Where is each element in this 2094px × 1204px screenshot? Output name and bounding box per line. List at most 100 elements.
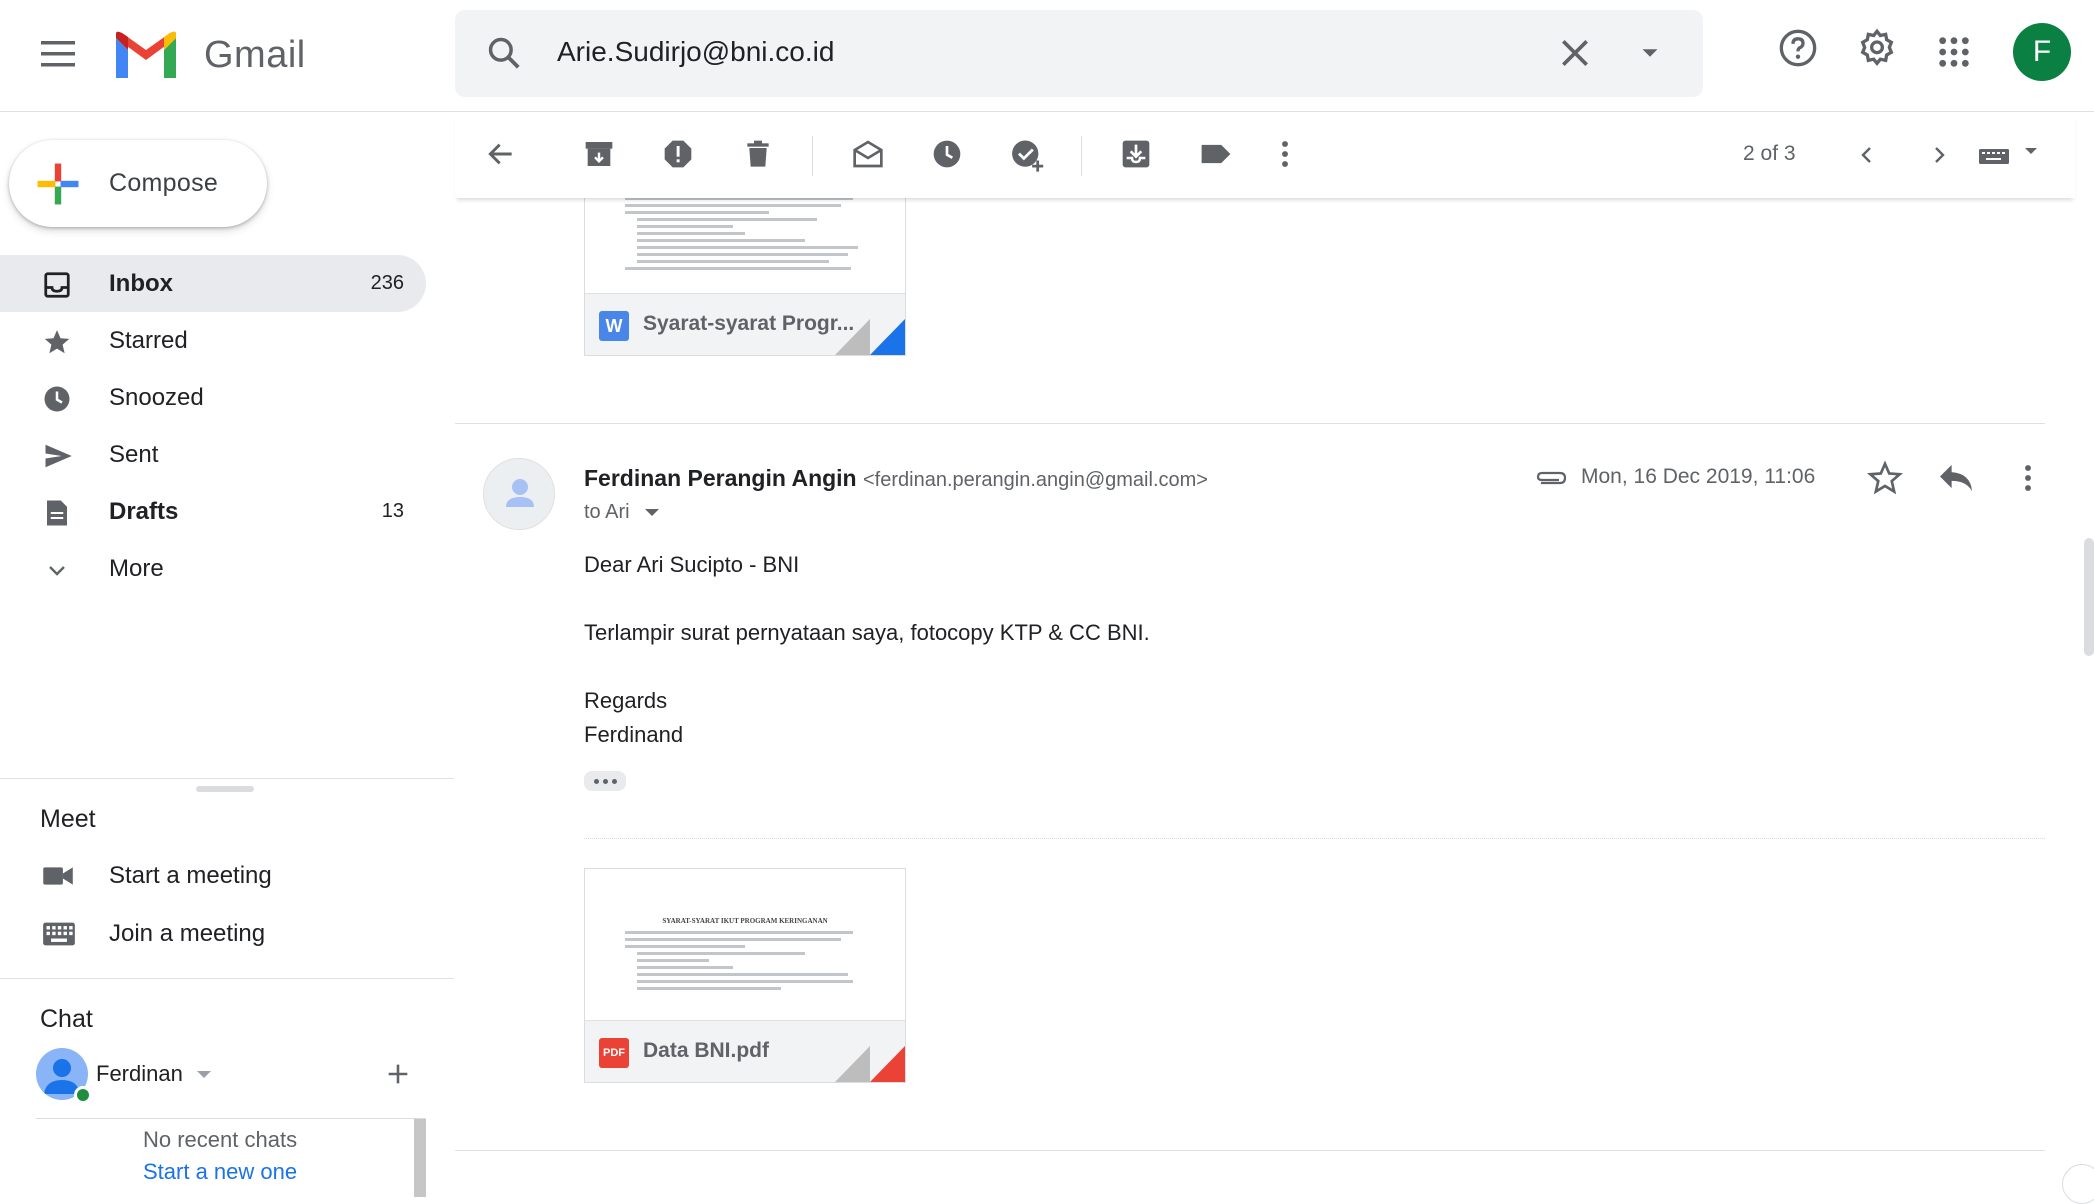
attachment-preview bbox=[585, 198, 905, 295]
sidebar-item-label: More bbox=[109, 554, 164, 582]
no-recent-chats-text: No recent chats bbox=[143, 1127, 298, 1152]
meet-title: Meet bbox=[40, 805, 96, 833]
more-vert-icon[interactable] bbox=[1277, 138, 1293, 170]
search-input[interactable]: Arie.Sudirjo@bni.co.id bbox=[557, 36, 834, 68]
clear-search-icon[interactable] bbox=[1555, 33, 1595, 73]
sender-avatar[interactable] bbox=[483, 458, 555, 530]
move-to-icon[interactable] bbox=[1120, 138, 1152, 170]
app-name: Gmail bbox=[204, 33, 306, 76]
message-body-line: Ferdinand bbox=[584, 722, 684, 747]
panel-resize-handle[interactable] bbox=[196, 786, 254, 792]
chevron-down-icon[interactable] bbox=[196, 1070, 212, 1080]
send-icon bbox=[42, 441, 74, 471]
compose-plus-icon bbox=[35, 161, 81, 207]
chat-list: No recent chats Start a new one bbox=[36, 1118, 426, 1197]
label-tag-icon[interactable] bbox=[1199, 138, 1233, 170]
attachments-divider bbox=[584, 838, 2045, 839]
help-icon[interactable] bbox=[1778, 28, 1818, 68]
chat-title: Chat bbox=[40, 1005, 93, 1033]
attachment-filename: Data BNI.pdf bbox=[643, 1039, 769, 1062]
attachment-paperclip-icon bbox=[1533, 464, 1569, 492]
sidebar-item-label: Snoozed bbox=[109, 383, 204, 411]
start-new-chat-link[interactable]: Start a new one bbox=[143, 1159, 297, 1185]
sidebar-nav: Inbox 236 Starred Snoozed Sent Drafts 13… bbox=[0, 255, 426, 597]
page-scrollbar[interactable] bbox=[2084, 538, 2094, 656]
video-camera-icon bbox=[42, 863, 74, 889]
add-to-tasks-icon[interactable] bbox=[1010, 138, 1046, 172]
preview-title: SYARAT-SYARAT IKUT PROGRAM KERINGANAN bbox=[662, 917, 828, 925]
search-options-icon[interactable] bbox=[1635, 38, 1665, 68]
show-trimmed-content-button[interactable] bbox=[584, 771, 626, 791]
recipients-text: to Ari bbox=[584, 501, 630, 523]
archive-icon[interactable] bbox=[583, 138, 615, 170]
sidebar-item-snoozed[interactable]: Snoozed bbox=[0, 369, 426, 426]
attachment-card[interactable]: SYARAT-SYARAT IKUT PROGRAM KERINGANAN PD… bbox=[584, 868, 906, 1083]
top-bar: Gmail Arie.Sudirjo@bni.co.id F bbox=[0, 0, 2094, 112]
divider bbox=[0, 978, 454, 979]
add-chat-icon[interactable] bbox=[384, 1060, 412, 1088]
mark-unread-icon[interactable] bbox=[851, 138, 885, 170]
back-arrow-icon[interactable] bbox=[485, 138, 517, 170]
sidebar-item-starred[interactable]: Starred bbox=[0, 312, 426, 369]
gmail-m-icon bbox=[112, 30, 180, 80]
file-corner-fold bbox=[835, 1046, 905, 1082]
recipients-line[interactable]: to Ari bbox=[584, 501, 661, 524]
report-spam-icon[interactable] bbox=[662, 138, 694, 170]
inbox-count: 236 bbox=[370, 272, 404, 294]
sidebar-item-more[interactable]: More bbox=[0, 540, 426, 597]
toolbar-divider bbox=[1081, 136, 1082, 176]
conversation-view: W Syarat-syarat Progr... Ferdinan Perang… bbox=[455, 198, 2075, 1196]
message-body-line: Terlampir surat pernyataan saya, fotocop… bbox=[584, 620, 1150, 645]
pdf-file-icon: PDF bbox=[599, 1038, 629, 1068]
chevron-down-icon bbox=[45, 555, 69, 585]
sidebar-item-inbox[interactable]: Inbox 236 bbox=[0, 255, 426, 312]
attachment-card[interactable]: W Syarat-syarat Progr... bbox=[584, 198, 906, 356]
search-icon[interactable] bbox=[485, 34, 523, 72]
start-meeting-label: Start a meeting bbox=[109, 862, 272, 889]
sender-name: Ferdinan Perangin Angin bbox=[584, 465, 857, 491]
inbox-icon bbox=[42, 270, 72, 300]
apps-grid-icon[interactable] bbox=[1937, 35, 1971, 69]
more-vert-icon[interactable] bbox=[2020, 462, 2036, 494]
message-toolbar: 2 of 3 bbox=[455, 112, 2075, 198]
sidebar-item-drafts[interactable]: Drafts 13 bbox=[0, 483, 426, 540]
drafts-count: 13 bbox=[381, 500, 404, 522]
message-body-line: Regards bbox=[584, 688, 668, 713]
input-tools-keyboard-icon[interactable] bbox=[1977, 145, 2043, 167]
reply-icon[interactable] bbox=[1937, 462, 1975, 494]
snooze-clock-icon[interactable] bbox=[931, 138, 963, 170]
compose-button[interactable]: Compose bbox=[9, 140, 267, 227]
star-icon bbox=[42, 327, 72, 357]
delete-trash-icon[interactable] bbox=[742, 138, 774, 170]
message-divider bbox=[455, 1150, 2045, 1151]
hamburger-icon bbox=[41, 41, 75, 67]
chat-scrollbar[interactable] bbox=[414, 1119, 426, 1197]
message-date: Mon, 16 Dec 2019, 11:06 bbox=[1581, 465, 1816, 488]
chat-user-name: Ferdinan bbox=[96, 1061, 183, 1086]
chevron-down-icon[interactable] bbox=[643, 507, 661, 519]
message-body-line: Dear Ari Sucipto - BNI bbox=[584, 552, 800, 577]
chevron-right-icon[interactable] bbox=[1927, 142, 1951, 168]
search-bar[interactable]: Arie.Sudirjo@bni.co.id bbox=[455, 10, 1703, 97]
message-divider bbox=[455, 423, 2045, 424]
main-menu-button[interactable] bbox=[34, 30, 82, 78]
file-corner-fold bbox=[835, 319, 905, 355]
keyboard-icon bbox=[42, 921, 76, 947]
sender-email: <ferdinan.perangin.angin@gmail.com> bbox=[863, 469, 1208, 491]
sidebar-item-sent[interactable]: Sent bbox=[0, 426, 426, 483]
sender-line[interactable]: Ferdinan Perangin Angin <ferdinan.perang… bbox=[584, 465, 1208, 492]
star-outline-icon[interactable] bbox=[1867, 460, 1903, 496]
clock-icon bbox=[42, 384, 72, 414]
chevron-left-icon[interactable] bbox=[1855, 142, 1879, 168]
gmail-logo[interactable]: Gmail bbox=[112, 30, 306, 80]
chat-user-status[interactable]: Ferdinan bbox=[36, 1048, 426, 1104]
compose-label: Compose bbox=[109, 169, 219, 197]
settings-gear-icon[interactable] bbox=[1857, 28, 1897, 68]
account-avatar[interactable]: F bbox=[2013, 23, 2071, 81]
divider bbox=[0, 778, 454, 779]
sidebar-item-label: Inbox bbox=[109, 269, 173, 297]
attachment-preview: SYARAT-SYARAT IKUT PROGRAM KERINGANAN bbox=[585, 869, 905, 1022]
join-meeting-label: Join a meeting bbox=[109, 920, 266, 947]
sidebar-item-label: Starred bbox=[109, 326, 188, 354]
side-panel-toggle[interactable] bbox=[2062, 1164, 2094, 1204]
